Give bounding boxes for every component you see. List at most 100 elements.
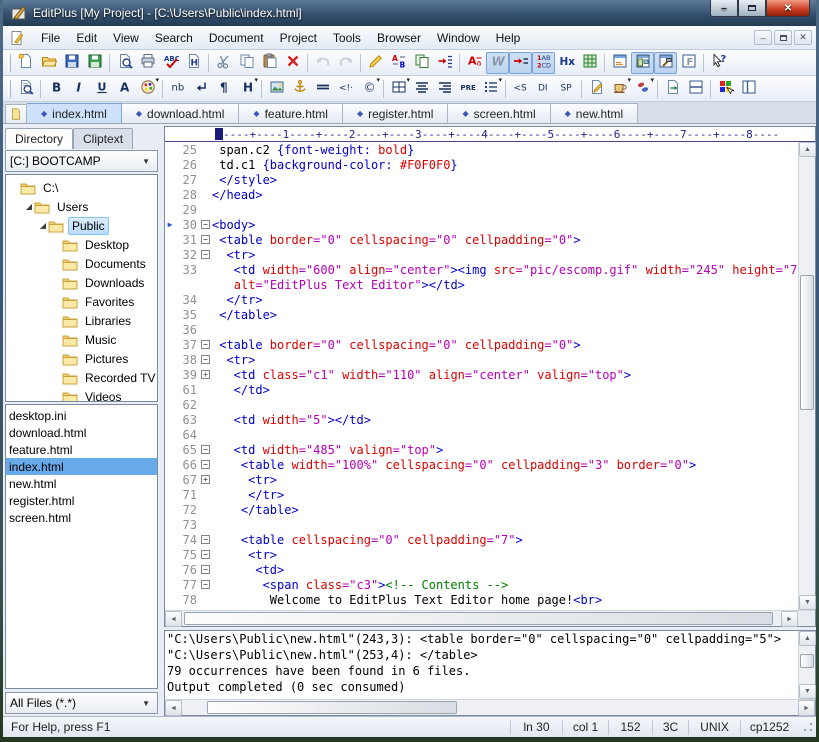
doc-tab-download.html[interactable]: ◆download.html — [122, 103, 240, 123]
menu-view[interactable]: View — [105, 28, 147, 48]
doc-tab-index.html[interactable]: ◆index.html — [27, 103, 122, 123]
code-line-37[interactable]: 37− <table border="0" cellspacing="0" ce… — [165, 337, 798, 352]
tree-item-favorites[interactable]: Favorites — [6, 292, 157, 311]
toolbar-grip[interactable] — [8, 80, 11, 98]
code-line-78[interactable]: 78 Welcome to EditPlus Text Editor home … — [165, 592, 798, 607]
code-line-wrap[interactable]: alt="EditPlus Text Editor"></td> — [165, 277, 798, 292]
paste-button[interactable] — [258, 52, 281, 74]
doc-tab-screen.html[interactable]: ◆screen.html — [448, 103, 550, 123]
special-character-button[interactable]: © — [357, 78, 380, 100]
title-bar[interactable]: EditPlus [My Project] - [C:\Users\Public… — [3, 0, 816, 26]
code-line-33[interactable]: 33 <td width="600" align="center"><img s… — [165, 262, 798, 277]
code-line-28[interactable]: 28</head> — [165, 187, 798, 202]
code-line-74[interactable]: 74− <table cellspacing="0" cellpadding="… — [165, 532, 798, 547]
vertical-scroll-track[interactable] — [799, 646, 815, 684]
code-line-77[interactable]: 77− <span class="c3"><!-- Contents --> — [165, 577, 798, 592]
vertical-scroll-track[interactable] — [799, 157, 815, 595]
code-line-29[interactable]: 29 — [165, 202, 798, 217]
file-item-desktop-ini[interactable]: desktop.ini — [6, 407, 157, 424]
mdi-close-button[interactable]: ✕ — [794, 30, 812, 45]
vertical-scroll-thumb[interactable] — [800, 654, 814, 668]
tree-item-downloads[interactable]: Downloads — [6, 273, 157, 292]
menu-file[interactable]: File — [33, 28, 68, 48]
horizontal-scroll-thumb[interactable] — [184, 612, 773, 625]
tree-item-music[interactable]: Music — [6, 330, 157, 349]
save-button[interactable] — [60, 52, 83, 74]
mark-button[interactable] — [364, 52, 387, 74]
menu-window[interactable]: Window — [429, 28, 488, 48]
frame-layout-button[interactable] — [737, 78, 760, 100]
code-line-25[interactable]: 25 span.c2 {font-weight: bold} — [165, 142, 798, 157]
code-line-32[interactable]: 32− <tr> — [165, 247, 798, 262]
line-break-button[interactable] — [189, 78, 212, 100]
fold-collapse-icon[interactable]: − — [201, 355, 210, 364]
browser-preview-button[interactable] — [14, 78, 37, 100]
code-line-61[interactable]: 61 </td> — [165, 382, 798, 397]
file-item-download-html[interactable]: download.html — [6, 424, 157, 441]
fold-collapse-icon[interactable]: − — [201, 220, 210, 229]
toggle-directory-window-button[interactable] — [631, 52, 654, 74]
replace-button[interactable]: AB — [387, 52, 410, 74]
bold-button[interactable]: B — [44, 78, 67, 100]
list-button[interactable] — [479, 78, 502, 100]
code-line-31[interactable]: 31− <table border="0" cellspacing="0" ce… — [165, 232, 798, 247]
output-vertical-scrollbar[interactable]: ▲ ▼ — [798, 631, 815, 699]
minimize-button[interactable]: – — [710, 0, 738, 17]
fold-collapse-icon[interactable]: − — [201, 550, 210, 559]
code-line-75[interactable]: 75− <tr> — [165, 547, 798, 562]
edit-script-button[interactable] — [585, 78, 608, 100]
editor-horizontal-scrollbar[interactable]: ◄ ► — [165, 610, 815, 626]
tree-item-pictures[interactable]: Pictures — [6, 349, 157, 368]
fold-collapse-icon[interactable]: − — [201, 445, 210, 454]
code-line-30[interactable]: ▶30−<body> — [165, 217, 798, 232]
indent-button[interactable] — [433, 52, 456, 74]
context-help-button[interactable]: ? — [707, 52, 730, 74]
code-line-34[interactable]: 34 </tr> — [165, 292, 798, 307]
word-wrap-button[interactable]: W — [486, 52, 509, 74]
horizontal-scroll-track[interactable] — [182, 611, 781, 626]
fold-expand-icon[interactable]: + — [201, 370, 210, 379]
character-map-button[interactable] — [578, 52, 601, 74]
fold-collapse-icon[interactable]: − — [201, 565, 210, 574]
doc-tab-feature.html[interactable]: ◆feature.html — [239, 103, 343, 123]
span-tag-button[interactable]: SP — [555, 78, 578, 100]
fold-collapse-icon[interactable]: − — [201, 580, 210, 589]
menu-browser[interactable]: Browser — [369, 28, 429, 48]
print-preview-button[interactable] — [113, 52, 136, 74]
code-line-35[interactable]: 35 </table> — [165, 307, 798, 322]
horizontal-rule-button[interactable] — [311, 78, 334, 100]
delete-button[interactable] — [281, 52, 304, 74]
align-center-button[interactable] — [410, 78, 433, 100]
scroll-left-button[interactable]: ◄ — [165, 700, 182, 716]
save-all-button[interactable] — [83, 52, 106, 74]
doc-tab-register.html[interactable]: ◆register.html — [343, 103, 449, 123]
dir-tag-button[interactable]: DI — [532, 78, 555, 100]
split-window-button[interactable] — [684, 78, 707, 100]
code-line-62[interactable]: 62 — [165, 397, 798, 412]
tree-item-desktop[interactable]: Desktop — [6, 235, 157, 254]
menu-search[interactable]: Search — [147, 28, 201, 48]
editor-vertical-scrollbar[interactable]: ▲ ▼ — [798, 142, 815, 610]
sidebar-tab-cliptext[interactable]: Cliptext — [73, 128, 133, 149]
undo-button[interactable] — [311, 52, 334, 74]
underline-button[interactable]: U — [90, 78, 113, 100]
code-line-76[interactable]: 76− <td> — [165, 562, 798, 577]
fold-collapse-icon[interactable]: − — [201, 235, 210, 244]
close-button[interactable]: ✕ — [766, 0, 810, 17]
font-button[interactable]: A — [113, 78, 136, 100]
resize-grip[interactable] — [802, 721, 814, 733]
scroll-down-button[interactable]: ▼ — [799, 595, 816, 610]
full-screen-button[interactable]: F — [677, 52, 700, 74]
toggle-output-window-button[interactable] — [608, 52, 631, 74]
fold-collapse-icon[interactable]: − — [201, 250, 210, 259]
copy-button[interactable] — [235, 52, 258, 74]
menu-document[interactable]: Document — [201, 28, 272, 48]
code-line-36[interactable]: 36 — [165, 322, 798, 337]
comment-button[interactable]: <!·· — [334, 78, 357, 100]
menu-help[interactable]: Help — [488, 28, 529, 48]
align-right-button[interactable] — [433, 78, 456, 100]
output-horizontal-scrollbar[interactable]: ◄ ► — [165, 699, 815, 715]
color-button[interactable] — [136, 78, 159, 100]
scroll-up-button[interactable]: ▲ — [799, 142, 816, 157]
hex-viewer-button[interactable]: Hx — [555, 52, 578, 74]
